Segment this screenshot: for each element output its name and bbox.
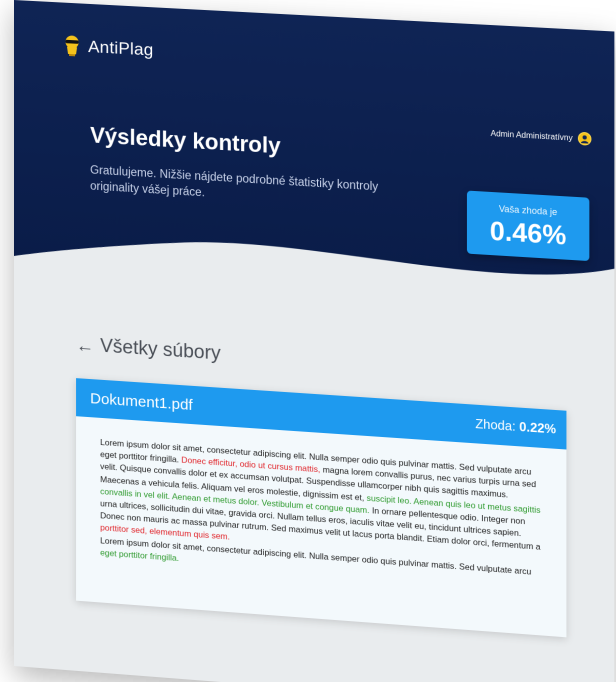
- user-avatar-icon: [577, 131, 592, 146]
- arrow-left-icon: ←: [76, 334, 95, 356]
- document-name: Dokument1.pdf: [90, 389, 193, 414]
- document-score-value: 0.22%: [519, 419, 557, 437]
- overall-match-card: Vaša zhoda je 0.46%: [466, 190, 590, 262]
- overall-match-value: 0.46%: [489, 215, 567, 251]
- back-to-all-files-link[interactable]: ← Všetky súbory: [76, 334, 221, 366]
- document-score: Zhoda: 0.22%: [475, 417, 556, 437]
- back-link-label: Všetky súbory: [100, 335, 221, 365]
- screenshot-stage: AntiPlag Admin Administratívny Výsledky …: [0, 0, 616, 682]
- document-result-card: Dokument1.pdf Zhoda: 0.22% Lorem ipsum d…: [76, 378, 567, 638]
- user-name: Admin Administratívny: [490, 128, 573, 143]
- document-score-label: Zhoda:: [475, 416, 516, 434]
- app-name: AntiPlag: [88, 36, 154, 60]
- masked-bandit-icon: [64, 35, 80, 58]
- results-page: AntiPlag Admin Administratívny Výsledky …: [14, 0, 615, 682]
